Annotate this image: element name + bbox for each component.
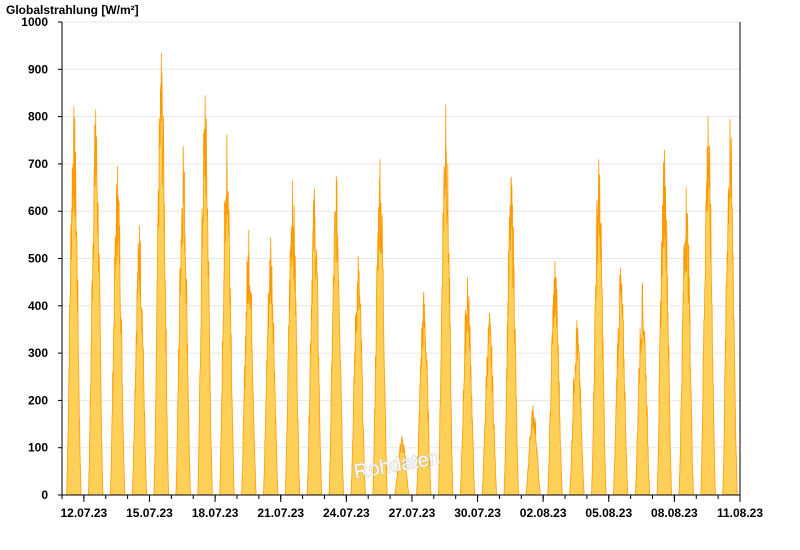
y-tick-label: 700	[28, 157, 48, 171]
x-tick-label: 21.07.23	[257, 506, 304, 520]
y-tick-label: 600	[28, 204, 48, 218]
x-tick-label: 18.07.23	[192, 506, 239, 520]
x-tick-label: 27.07.23	[389, 506, 436, 520]
y-tick-label: 0	[41, 488, 48, 502]
x-tick-label: 30.07.23	[454, 506, 501, 520]
x-tick-label: 15.07.23	[126, 506, 173, 520]
y-tick-label: 500	[28, 252, 48, 266]
x-tick-label: 12.07.23	[61, 506, 108, 520]
y-tick-label: 800	[28, 110, 48, 124]
x-tick-label: 05.08.23	[585, 506, 632, 520]
y-tick-label: 400	[28, 299, 48, 313]
y-tick-label: 300	[28, 346, 48, 360]
x-tick-label: 08.08.23	[651, 506, 698, 520]
y-tick-label: 1000	[21, 15, 48, 29]
irradiance-chart: 0 100 200 300 400 500 600 700 800 900 1000 12.07.2…	[0, 0, 800, 550]
x-tick-label: 11.08.23	[717, 506, 763, 520]
y-axis-label: Globalstrahlung [W/m²]	[6, 3, 139, 17]
y-tick-label: 900	[28, 62, 48, 76]
x-tick-label: 24.07.23	[323, 506, 370, 520]
x-tick-label: 02.08.23	[520, 506, 567, 520]
y-tick-label: 100	[28, 441, 48, 455]
y-tick-label: 200	[28, 393, 48, 407]
